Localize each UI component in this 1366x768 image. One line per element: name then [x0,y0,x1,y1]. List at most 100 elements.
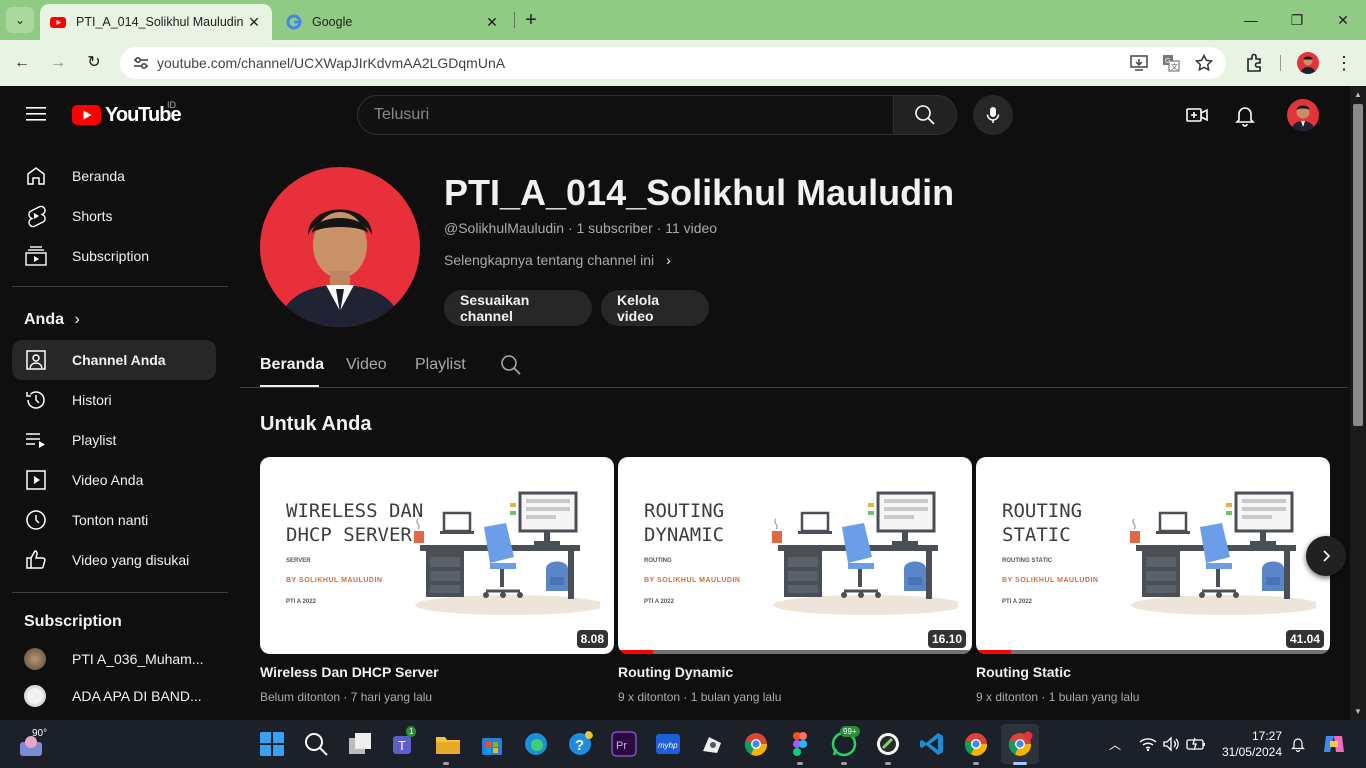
tab-beranda[interactable]: Beranda [260,356,324,374]
back-button[interactable]: ← [10,51,34,75]
figma-icon[interactable] [787,731,813,757]
minimize-button[interactable]: — [1241,10,1261,30]
tab-video[interactable]: Video [346,356,387,374]
notifications-bell-icon[interactable] [1233,103,1257,127]
page-scrollbar[interactable]: ▲ ▼ [1350,86,1366,720]
extensions-icon[interactable] [1244,52,1266,74]
browser-tab-google[interactable]: Google ✕ [276,4,510,40]
channel-about-link[interactable]: Selengkapnya tentang channel ini › [444,252,671,268]
history-icon [26,391,45,409]
file-explorer-icon[interactable] [435,731,461,757]
video-meta: Belum ditonton · 7 hari yang lalu [260,690,433,704]
windows-taskbar: 90° T 1 ? Pr myhp 99+ ︿ 17:27 31/05/2024 [0,720,1366,768]
sidebar-item-tonton-nanti[interactable]: Tonton nanti [12,500,216,540]
manage-videos-button[interactable]: Kelola video [601,290,709,326]
sidebar-item-channel-anda[interactable]: Channel Anda [12,340,216,380]
video-card[interactable]: ROUTING DYNAMIC ROUTING BY SOLIKHUL MAULUD… [618,457,972,704]
app-icon[interactable] [699,731,725,757]
video-thumbnail[interactable]: ROUTING STATIC ROUTING STATIC BY SOLIKHUL … [976,457,1330,654]
restore-button[interactable]: ❐ [1287,10,1307,30]
show-hidden-icons-icon[interactable]: ︿ [1109,736,1121,753]
hamburger-menu-icon[interactable] [26,106,46,122]
copilot-icon[interactable] [1322,732,1346,756]
thumbnail-author: BY SOLIKHUL MAULUDIN [286,577,383,584]
video-duration: 16.10 [927,630,966,648]
install-app-icon[interactable] [1130,54,1148,72]
close-window-button[interactable]: ✕ [1333,10,1353,30]
chrome-icon[interactable] [963,731,989,757]
notification-bell-icon[interactable] [1290,736,1306,752]
wifi-icon[interactable] [1139,736,1157,752]
create-video-icon[interactable] [1185,103,1209,127]
sidebar-item-label: PTI A_036_Muham... [72,651,204,667]
start-menu-icon[interactable] [259,731,285,757]
video-title[interactable]: Routing Static [976,664,1330,680]
system-clock[interactable]: 17:27 31/05/2024 [1218,728,1282,760]
volume-icon[interactable] [1162,736,1180,752]
sidebar-subscription-item[interactable]: ADA APA DI BAND... [12,676,216,716]
running-indicator [885,762,891,765]
channel-search-icon[interactable] [500,354,522,376]
hp-icon[interactable]: myhp [655,731,681,757]
weather-widget[interactable]: 90° [18,728,78,760]
microsoft-store-icon[interactable] [479,731,505,757]
sidebar-you-header[interactable]: Anda › [24,311,80,329]
scroll-up-arrow-icon: ▲ [1354,90,1362,99]
video-thumbnail[interactable]: WIRELESS DAN DHCP SERVER SERVER BY SOLIKHU… [260,457,614,654]
tab-search-button[interactable]: ⌄ [6,7,34,33]
account-avatar[interactable] [1287,99,1319,131]
tab-playlist[interactable]: Playlist [415,356,466,374]
browser-tab-youtube[interactable]: PTI_A_014_Solikhul Mauludin - ✕ [40,4,272,40]
search-icon[interactable] [303,731,329,757]
channel-meta: @SolikhulMauludin · 1 subscriber · 11 vi… [444,220,718,236]
sidebar-item-subscription[interactable]: Subscription [12,236,216,276]
site-info-icon[interactable] [132,54,150,72]
task-view-icon[interactable] [347,731,373,757]
chrome-menu-button[interactable]: ⋮ [1333,52,1355,74]
app-icon[interactable] [875,731,901,757]
reload-button[interactable]: ↻ [82,51,106,75]
tab-title: PTI_A_014_Solikhul Mauludin - [76,15,246,29]
profile-avatar[interactable] [1297,52,1319,74]
close-tab-icon[interactable]: ✕ [484,14,500,31]
close-tab-icon[interactable]: ✕ [246,14,262,31]
video-thumbnail[interactable]: ROUTING DYNAMIC ROUTING BY SOLIKHUL MAULUD… [618,457,972,654]
channel-avatar [260,167,420,327]
thumbnail-title: ROUTING DYNAMIC [644,500,725,546]
browser-toolbar: ← → ↻ youtube.com/channel/UCXWapJIrKdvmA… [0,40,1366,86]
battery-icon[interactable] [1186,736,1206,752]
scrollbar-thumb[interactable] [1353,104,1363,426]
vscode-icon[interactable] [919,731,945,757]
sidebar-item-histori[interactable]: Histori [12,380,216,420]
address-bar[interactable]: youtube.com/channel/UCXWapJIrKdvmAA2LGDq… [120,47,1226,79]
sidebar-item-playlist[interactable]: Playlist [12,420,216,460]
running-indicator [443,762,449,765]
search-button[interactable] [893,95,957,135]
voice-search-button[interactable] [973,95,1013,135]
desk-illustration [1130,491,1316,615]
bookmark-star-icon[interactable] [1195,54,1213,72]
carousel-next-button[interactable] [1306,536,1346,576]
video-title[interactable]: Routing Dynamic [618,664,972,680]
premiere-pro-icon[interactable]: Pr [611,731,637,757]
translate-icon[interactable]: G文 [1162,54,1180,72]
thumbnail-title: ROUTING STATIC [1002,500,1083,546]
youtube-logo[interactable]: YouTube ID [72,100,182,126]
section-title: Untuk Anda [260,413,372,435]
sidebar-item-beranda[interactable]: Beranda [12,156,216,196]
sidebar-item-video-yang-disukai[interactable]: Video yang disukai [12,540,216,580]
video-title[interactable]: Wireless Dan DHCP Server [260,664,614,680]
sidebar-item-shorts[interactable]: Shorts [12,196,216,236]
edge-icon[interactable] [523,731,549,757]
video-card[interactable]: ROUTING STATIC ROUTING STATIC BY SOLIKHUL … [976,457,1330,704]
chrome-icon[interactable] [743,731,769,757]
forward-button[interactable]: → [46,51,70,75]
customize-channel-button[interactable]: Sesuaikan channel [444,290,592,326]
help-icon[interactable]: ? [567,731,593,757]
new-tab-button[interactable]: + [520,9,542,31]
search-input[interactable] [374,96,874,134]
sidebar-item-video-anda[interactable]: Video Anda [12,460,216,500]
video-card[interactable]: WIRELESS DAN DHCP SERVER SERVER BY SOLIKHU… [260,457,614,704]
chrome-profile-icon[interactable] [1007,731,1033,757]
sidebar-subscription-item[interactable]: PTI A_036_Muham... [12,639,216,679]
